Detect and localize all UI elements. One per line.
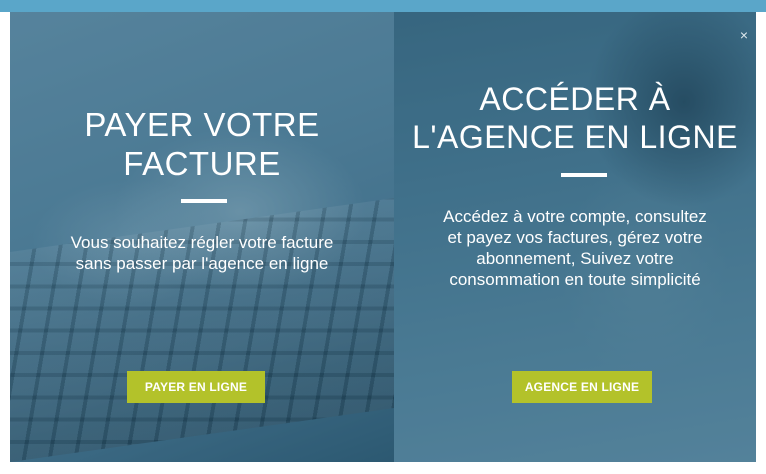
online-agency-content: ACCÉDER À L'AGENCE EN LIGNE Accédez à vo… [394,12,756,462]
pay-invoice-description-line2: sans passer par l'agence en ligne [75,254,329,273]
dialog-modal: PAYER VOTRE FACTURE Vous souhaitez régle… [0,0,766,474]
online-agency-description-line3: abonnement, Suivez votre [476,249,674,268]
pay-invoice-panel: PAYER VOTRE FACTURE Vous souhaitez régle… [10,12,394,462]
pay-invoice-description: Vous souhaitez régler votre facture sans… [20,232,384,274]
online-agency-title-line1: ACCÉDER À [479,81,671,117]
online-agency-title-line2: L'AGENCE EN LIGNE [412,118,738,155]
online-agency-title: ACCÉDER À L'AGENCE EN LIGNE [394,81,756,157]
pay-invoice-title-line1: PAYER VOTRE [84,106,320,143]
pay-invoice-description-line1: Vous souhaitez régler votre facture [70,233,334,252]
online-agency-panel: ACCÉDER À L'AGENCE EN LIGNE Accédez à vo… [394,12,756,462]
pay-invoice-divider [181,199,227,203]
top-accent-bar [0,0,766,12]
pay-online-button[interactable]: PAYER EN LIGNE [127,371,265,403]
pay-invoice-title-line2: FACTURE [123,144,281,182]
online-agency-description: Accédez à votre compte, consultez et pay… [404,206,746,290]
online-agency-button[interactable]: AGENCE EN LIGNE [512,371,652,403]
pay-invoice-content: PAYER VOTRE FACTURE Vous souhaitez régle… [10,12,394,462]
online-agency-description-line2: et payez vos factures, gérez votre [447,228,703,247]
online-agency-description-line1: Accédez à votre compte, consultez [443,207,707,226]
close-icon[interactable]: × [740,28,748,42]
online-agency-description-line4: consommation en toute simplicité [449,270,701,289]
pay-invoice-title: PAYER VOTRE FACTURE [10,106,394,184]
online-agency-divider [561,173,607,177]
